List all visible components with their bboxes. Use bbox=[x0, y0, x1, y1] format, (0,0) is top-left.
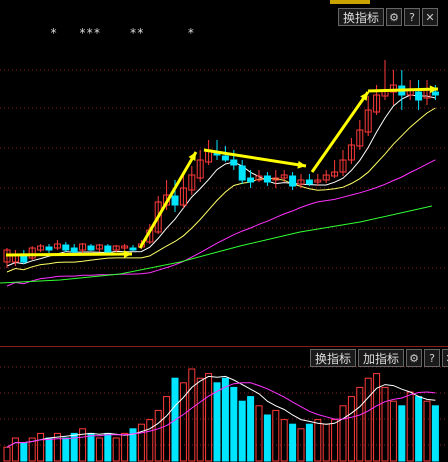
switch-indicator-button[interactable]: 换指标 bbox=[338, 8, 385, 26]
top-badge bbox=[330, 0, 370, 4]
volume-bar bbox=[364, 377, 372, 462]
candle-body bbox=[221, 155, 229, 161]
trend-arrow bbox=[138, 151, 198, 249]
volume-bar bbox=[263, 414, 271, 462]
volume-bar bbox=[37, 432, 45, 462]
candle-body bbox=[104, 245, 112, 253]
volume-bar bbox=[272, 409, 280, 462]
volume-bar bbox=[280, 419, 288, 462]
volume-chart-panel: 换指标 加指标 ⚙ ? ✕ bbox=[0, 346, 448, 462]
volume-toolbar: 换指标 加指标 ⚙ ? ✕ bbox=[310, 349, 448, 367]
volume-bar bbox=[20, 442, 28, 462]
volume-bar bbox=[389, 400, 397, 462]
main-toolbar: 换指标 ⚙ ? ✕ bbox=[338, 8, 439, 26]
candle-body bbox=[305, 179, 313, 185]
candle-body bbox=[171, 195, 179, 206]
volume-bar bbox=[314, 419, 322, 462]
gear-icon[interactable]: ⚙ bbox=[406, 349, 423, 367]
price-chart-panel: * *** ** * 换指标 ⚙ ? ✕ bbox=[0, 0, 448, 346]
candle-body bbox=[45, 246, 53, 251]
close-icon[interactable]: ✕ bbox=[442, 349, 448, 367]
volume-bar bbox=[45, 437, 53, 462]
candle-body bbox=[62, 244, 70, 251]
volume-bar bbox=[137, 423, 145, 462]
volume-bar bbox=[213, 382, 221, 462]
volume-bar bbox=[247, 396, 255, 462]
help-icon[interactable]: ? bbox=[404, 8, 421, 26]
volume-bar bbox=[238, 400, 246, 462]
volume-bar bbox=[3, 446, 11, 462]
volume-bar bbox=[121, 432, 129, 462]
volume-bar bbox=[406, 391, 414, 462]
trend-arrow bbox=[203, 148, 307, 168]
ma20-line bbox=[6, 159, 436, 287]
volume-bar bbox=[87, 432, 95, 462]
trend-arrow bbox=[5, 252, 133, 257]
volume-bar bbox=[221, 377, 229, 462]
volume-bar bbox=[322, 423, 330, 462]
candle-body bbox=[238, 165, 246, 181]
price-chart bbox=[0, 60, 448, 309]
volume-bar bbox=[112, 437, 120, 462]
candle-body bbox=[70, 247, 78, 253]
volume-bar bbox=[188, 368, 196, 462]
gear-icon[interactable]: ⚙ bbox=[386, 8, 403, 26]
candle-body bbox=[247, 177, 255, 183]
add-indicator-button[interactable]: 加指标 bbox=[358, 349, 405, 367]
volume-bar bbox=[289, 423, 297, 462]
close-icon[interactable]: ✕ bbox=[422, 8, 439, 26]
trend-arrow bbox=[367, 87, 439, 93]
volume-bar bbox=[331, 419, 339, 462]
volume-bar bbox=[62, 437, 70, 462]
volume-bar bbox=[11, 437, 19, 462]
volume-bar bbox=[95, 437, 103, 462]
candle-body bbox=[230, 159, 238, 166]
volume-bar bbox=[398, 405, 406, 462]
candle-body bbox=[289, 175, 297, 187]
volume-bar bbox=[431, 405, 439, 462]
candle-body bbox=[87, 245, 95, 251]
ma10-line bbox=[6, 107, 436, 273]
candle-body bbox=[431, 91, 439, 96]
help-icon[interactable]: ? bbox=[424, 349, 441, 367]
volume-bar bbox=[381, 386, 389, 462]
switch-indicator-button[interactable]: 换指标 bbox=[310, 349, 357, 367]
volume-bar bbox=[230, 386, 238, 462]
event-markers: * *** ** * bbox=[50, 26, 195, 40]
candle-body bbox=[415, 91, 423, 101]
volume-bar bbox=[423, 400, 431, 462]
volume-bar bbox=[373, 373, 381, 462]
volume-bar bbox=[356, 386, 364, 462]
volume-bar bbox=[196, 377, 204, 462]
volume-bar bbox=[205, 373, 213, 462]
candle-body bbox=[129, 247, 137, 251]
volume-bar bbox=[255, 405, 263, 462]
volume-bar bbox=[339, 405, 347, 462]
volume-bar bbox=[415, 396, 423, 462]
volume-bar bbox=[146, 419, 154, 462]
volume-bar bbox=[163, 396, 171, 462]
volume-bar bbox=[104, 432, 112, 462]
volume-bar bbox=[347, 396, 355, 462]
volume-bar bbox=[305, 423, 313, 462]
volume-bar bbox=[154, 409, 162, 462]
candle-body bbox=[263, 175, 271, 183]
